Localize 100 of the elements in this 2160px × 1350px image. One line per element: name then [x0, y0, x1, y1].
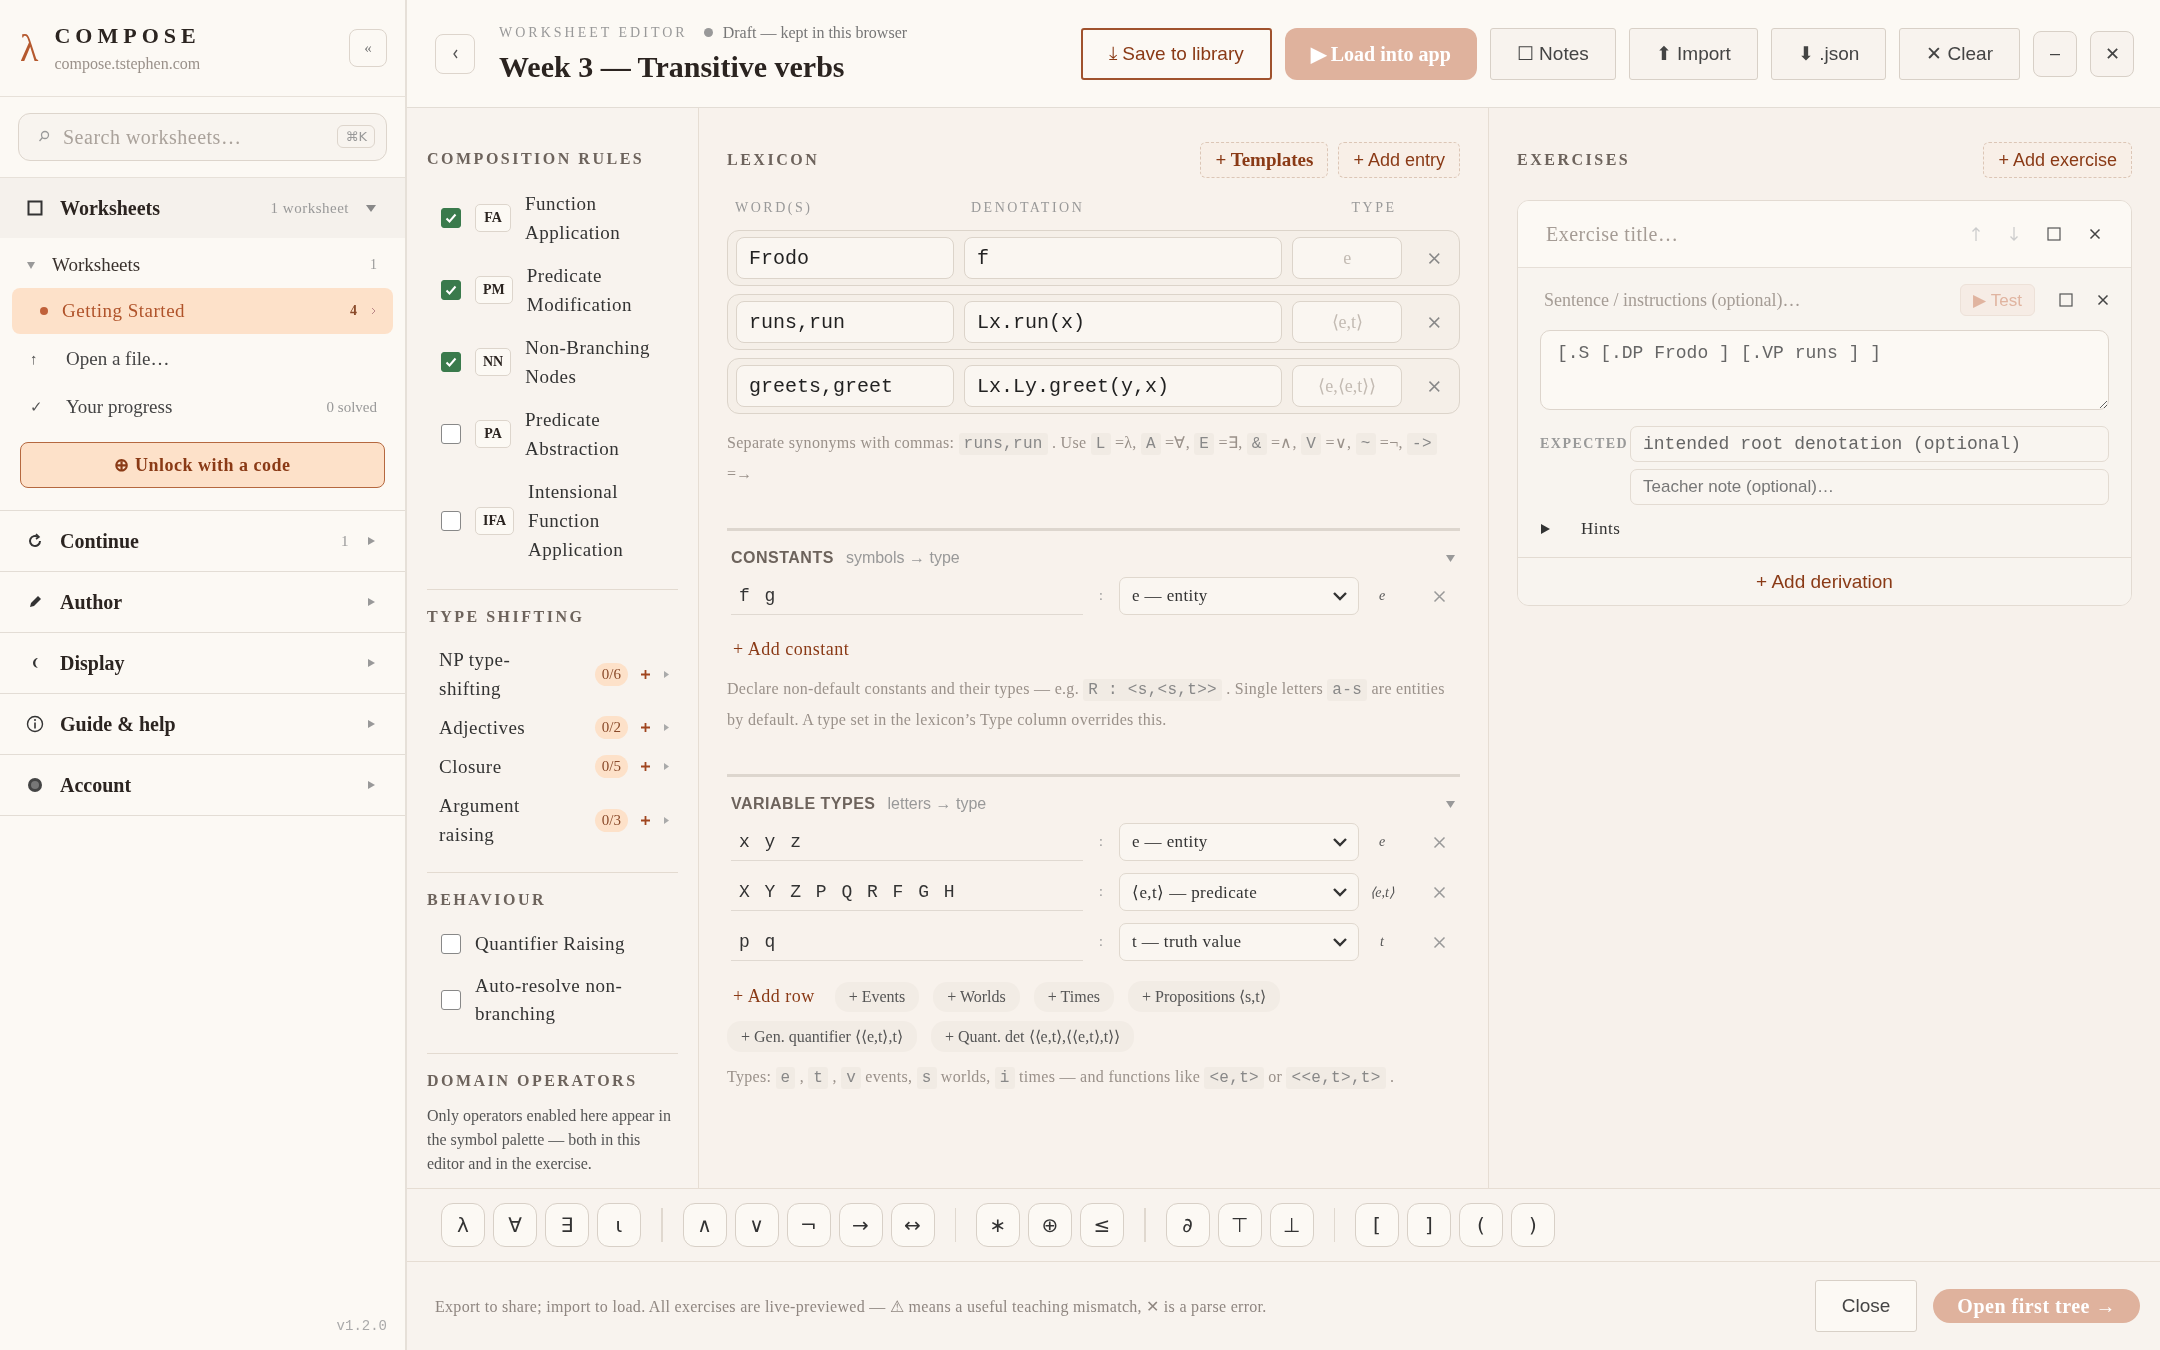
caret-icon[interactable] — [663, 669, 670, 679]
checkbox[interactable] — [441, 990, 461, 1010]
plus-icon[interactable] — [640, 814, 651, 826]
symbol-key[interactable]: ¬ — [786, 1203, 831, 1247]
preset-chip[interactable]: + Events — [834, 981, 920, 1012]
caret-icon[interactable] — [1445, 800, 1456, 809]
type-field[interactable]: e — [1292, 237, 1403, 279]
teacher-note-field[interactable]: Teacher note (optional)… — [1630, 469, 2109, 505]
symbol-key[interactable]: ∧ — [682, 1203, 727, 1247]
symbol-key[interactable]: ] — [1407, 1203, 1451, 1247]
denotation-field[interactable]: Lx.Ly.greet(y,x) — [964, 365, 1283, 407]
close-icon[interactable] — [2097, 294, 2109, 306]
symbol-key[interactable]: ∗ — [976, 1203, 1020, 1247]
symbol-key[interactable]: ∀ — [493, 1203, 537, 1247]
symbols-field[interactable]: p q — [731, 923, 1083, 961]
tree-field[interactable]: [.S [.DP Frodo ] [.VP runs ] ] — [1540, 330, 2109, 410]
type-preview: t — [1379, 934, 1385, 950]
hints-toggle[interactable]: Hints — [1540, 519, 1621, 539]
symbol-key[interactable]: ≤ — [1080, 1203, 1124, 1247]
type-field[interactable]: ⟨e,t⟩ — [1292, 301, 1403, 343]
checkbox[interactable] — [441, 510, 461, 531]
toolbar-button[interactable]: ☐ Notes — [1489, 27, 1616, 80]
info-icon — [26, 715, 44, 733]
sidebar-link[interactable]: ✓ Your progress 0 solved — [12, 384, 393, 430]
close-icon[interactable] — [2089, 228, 2101, 240]
caret-icon[interactable] — [1445, 554, 1456, 563]
add-row-button[interactable]: + Add row — [727, 982, 821, 1011]
symbol-key[interactable]: λ — [441, 1203, 485, 1247]
preset-chip[interactable]: + Quant. det ⟨⟨e,t⟩,⟨⟨e,t⟩,t⟩⟩ — [930, 1021, 1135, 1052]
add-derivation-button[interactable]: + Add derivation — [1518, 557, 2131, 605]
symbol-key[interactable]: ( — [1459, 1203, 1503, 1247]
worksheet-group[interactable]: Worksheets 1 — [12, 244, 393, 286]
type-select[interactable]: t — truth value — [1119, 923, 1359, 961]
add-exercise-button[interactable]: + Add exercise — [1983, 142, 2132, 178]
square-icon[interactable] — [2047, 227, 2061, 241]
templates-button[interactable]: + Templates — [1200, 142, 1329, 178]
preset-chip[interactable]: + Times — [1033, 981, 1114, 1012]
collapse-sidebar-button[interactable]: « — [349, 29, 387, 67]
symbol-key[interactable]: ⊤ — [1217, 1203, 1262, 1247]
account-icon — [27, 777, 43, 793]
sidebar-link[interactable]: ↑ Open a file… — [12, 336, 393, 382]
column-header: WORD(S) — [735, 200, 814, 216]
toolbar-button[interactable]: ✕ Clear — [1899, 27, 2020, 80]
toolbar-button[interactable]: ⬆ Import — [1628, 27, 1758, 80]
denotation-field[interactable]: f — [964, 237, 1283, 279]
symbol-key[interactable]: ⊥ — [1269, 1203, 1314, 1247]
rule-name: Predicate Modification — [526, 264, 633, 317]
preset-chip[interactable]: + Propositions ⟨s,t⟩ — [1127, 981, 1280, 1012]
symbols-field[interactable]: x y z — [731, 823, 1083, 861]
square-icon[interactable] — [2059, 293, 2073, 307]
symbol-key[interactable]: ↔ — [890, 1203, 935, 1247]
plus-icon[interactable] — [640, 722, 651, 733]
add-row-button[interactable]: + Add constant — [727, 635, 856, 664]
type-select[interactable]: e — entity — [1119, 823, 1359, 861]
block-help-text: Declare non-default constants and their types — e.g. R : <s,<s,t>> . Single letters a-s are entities by default. A type set in the lexicon’s Type column overrides this. — [727, 678, 1446, 731]
symbols-field[interactable]: f g — [731, 577, 1083, 615]
plus-icon[interactable] — [640, 761, 651, 772]
close-button[interactable]: Close — [1814, 1280, 1918, 1332]
symbol-key[interactable]: ∃ — [545, 1203, 589, 1247]
type-field[interactable]: ⟨e,⟨e,t⟩⟩ — [1292, 365, 1403, 407]
sentence-field[interactable]: Sentence / instructions (optional)… — [1540, 289, 1937, 311]
toolbar-button[interactable]: ⤓ Save to library — [1081, 27, 1272, 80]
type-select[interactable]: ⟨e,t⟩ — predicate — [1119, 873, 1359, 911]
preset-chip[interactable]: + Gen. quantifier ⟨⟨e,t⟩,t⟩ — [727, 1021, 917, 1052]
checkbox[interactable] — [441, 280, 461, 300]
denotation-field[interactable]: Lx.run(x) — [964, 301, 1283, 343]
caret-icon[interactable] — [663, 762, 670, 771]
symbol-key[interactable]: ) — [1511, 1203, 1555, 1247]
preset-chip[interactable]: + Worlds — [933, 981, 1020, 1012]
symbol-key[interactable]: ∨ — [734, 1203, 779, 1247]
caret-icon — [365, 718, 377, 730]
caret-icon[interactable] — [663, 815, 670, 825]
symbol-key[interactable]: ∂ — [1165, 1203, 1210, 1247]
symbols-field[interactable]: X Y Z P Q R F G H — [731, 873, 1083, 911]
type-select[interactable]: e — entity — [1119, 577, 1359, 615]
words-field[interactable]: Frodo — [736, 237, 954, 279]
checkbox[interactable] — [441, 208, 461, 228]
words-field[interactable]: greets,greet — [736, 365, 954, 407]
square-icon — [27, 200, 43, 216]
toolbar-button[interactable]: ✕ — [2090, 30, 2134, 77]
caret-icon[interactable] — [663, 723, 670, 732]
checkbox[interactable] — [441, 424, 461, 444]
unlock-button[interactable]: ⊕ Unlock with a code — [20, 442, 385, 488]
words-field[interactable]: runs,run — [736, 301, 954, 343]
expected-denotation-field[interactable]: intended root denotation (optional) — [1630, 426, 2109, 462]
add-entry-button[interactable]: + Add entry — [1338, 142, 1460, 178]
checkbox[interactable] — [441, 934, 461, 954]
section-count: 1 — [341, 532, 349, 550]
checkbox[interactable] — [441, 352, 461, 372]
symbol-key[interactable]: ι — [597, 1203, 641, 1247]
symbol-key[interactable]: → — [838, 1203, 883, 1247]
plus-icon[interactable] — [640, 668, 651, 680]
toolbar-button[interactable]: – — [2033, 30, 2077, 77]
chevron-down-icon — [1332, 837, 1348, 847]
symbol-key[interactable]: ⊕ — [1028, 1203, 1072, 1247]
sidebar-section[interactable]: Worksheets 1 worksheet — [0, 178, 405, 238]
symbol-key[interactable]: [ — [1355, 1203, 1399, 1247]
worksheet-item[interactable]: Getting Started 4 — [12, 288, 393, 334]
toolbar-button[interactable]: ⬇ .json — [1770, 27, 1887, 80]
link-label: Your progress — [66, 396, 174, 418]
